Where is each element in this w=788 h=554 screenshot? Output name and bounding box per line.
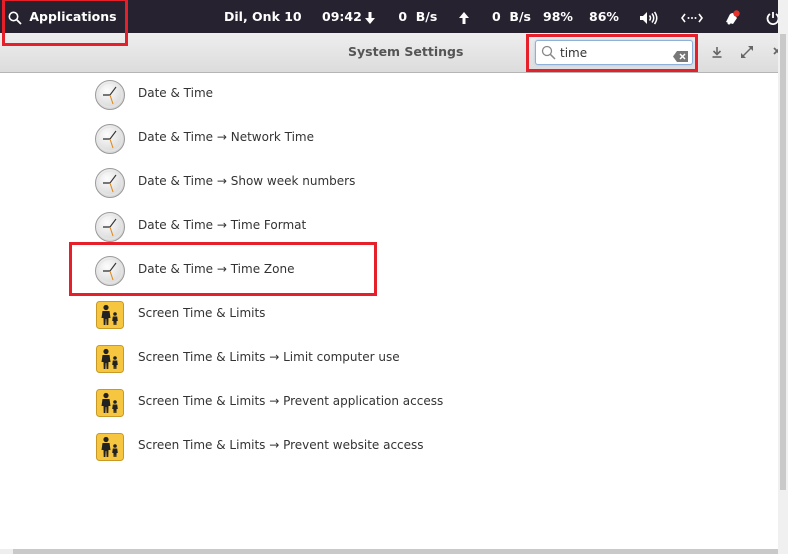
download-rate: 0 B/s — [398, 9, 438, 24]
network-button[interactable] — [681, 0, 703, 33]
volume-icon — [639, 9, 659, 24]
maximize-icon[interactable] — [740, 44, 756, 60]
volume-percent: 86% — [589, 9, 619, 24]
clock-icon — [94, 211, 126, 243]
search-icon — [541, 45, 556, 64]
applications-menu[interactable]: Applications — [8, 0, 117, 33]
parental-controls-icon — [96, 433, 128, 465]
result-row[interactable]: Date & Time — [0, 74, 778, 118]
result-row[interactable]: Screen Time & Limits — [0, 294, 778, 338]
parental-controls-icon — [96, 389, 128, 421]
result-label: Date & Time → Time Zone — [138, 262, 295, 276]
search-icon — [8, 9, 26, 25]
search-field[interactable] — [535, 40, 693, 65]
battery-indicator[interactable]: 98% — [543, 0, 573, 33]
result-label: Date & Time → Show week numbers — [138, 174, 356, 188]
volume-button[interactable] — [639, 0, 659, 33]
network-monitor[interactable]: 0 B/s 0 B/s — [364, 0, 531, 33]
window-title: System Settings — [348, 44, 464, 59]
clock-icon — [94, 167, 126, 199]
volume-level-indicator[interactable]: 86% — [589, 0, 619, 33]
top-panel: Applications Dil, Onk 10 09:42 0 B/s 0 B… — [0, 0, 780, 33]
result-label: Date & Time → Time Format — [138, 218, 307, 232]
upload-rate: 0 B/s — [492, 9, 531, 24]
result-label: Screen Time & Limits → Limit computer us… — [138, 350, 400, 364]
result-label: Screen Time & Limits → Prevent applicati… — [138, 394, 444, 408]
upload-arrow-icon — [458, 9, 474, 24]
datetime-indicator[interactable]: Dil, Onk 10 09:42 — [224, 0, 362, 33]
result-label: Date & Time → Network Time — [138, 130, 315, 144]
notifications-button[interactable] — [724, 0, 742, 33]
clock-icon — [94, 123, 126, 155]
date-text: Dil, Onk 10 — [224, 9, 302, 24]
clock-icon — [94, 79, 126, 111]
horizontal-scrollbar-start — [0, 549, 13, 554]
result-row[interactable]: Screen Time & Limits → Limit computer us… — [0, 338, 778, 382]
notification-bell-icon — [724, 9, 742, 24]
result-label: Screen Time & Limits — [138, 306, 266, 320]
battery-percent: 98% — [543, 9, 573, 24]
download-arrow-icon — [364, 9, 380, 24]
time-text: 09:42 — [322, 9, 362, 24]
vertical-scrollbar-thumb[interactable] — [780, 34, 786, 490]
result-row[interactable]: Date & Time → Time Format — [0, 206, 778, 250]
download-icon[interactable] — [711, 44, 727, 60]
window-headerbar: System Settings — [0, 33, 781, 73]
result-row[interactable]: Date & Time → Time Zone — [0, 250, 778, 294]
horizontal-scrollbar[interactable] — [0, 549, 778, 554]
applications-label: Applications — [29, 9, 117, 24]
clear-search-icon[interactable] — [673, 47, 688, 66]
parental-controls-icon — [96, 301, 128, 333]
result-label: Screen Time & Limits → Prevent website a… — [138, 438, 424, 452]
clock-icon — [94, 255, 126, 287]
result-row[interactable]: Screen Time & Limits → Prevent website a… — [0, 426, 778, 470]
result-label: Date & Time — [138, 86, 214, 100]
result-row[interactable]: Date & Time → Show week numbers — [0, 162, 778, 206]
parental-controls-icon — [96, 345, 128, 377]
search-input[interactable] — [560, 44, 665, 61]
network-icon — [681, 9, 703, 24]
result-row[interactable]: Date & Time → Network Time — [0, 118, 778, 162]
result-row[interactable]: Screen Time & Limits → Prevent applicati… — [0, 382, 778, 426]
